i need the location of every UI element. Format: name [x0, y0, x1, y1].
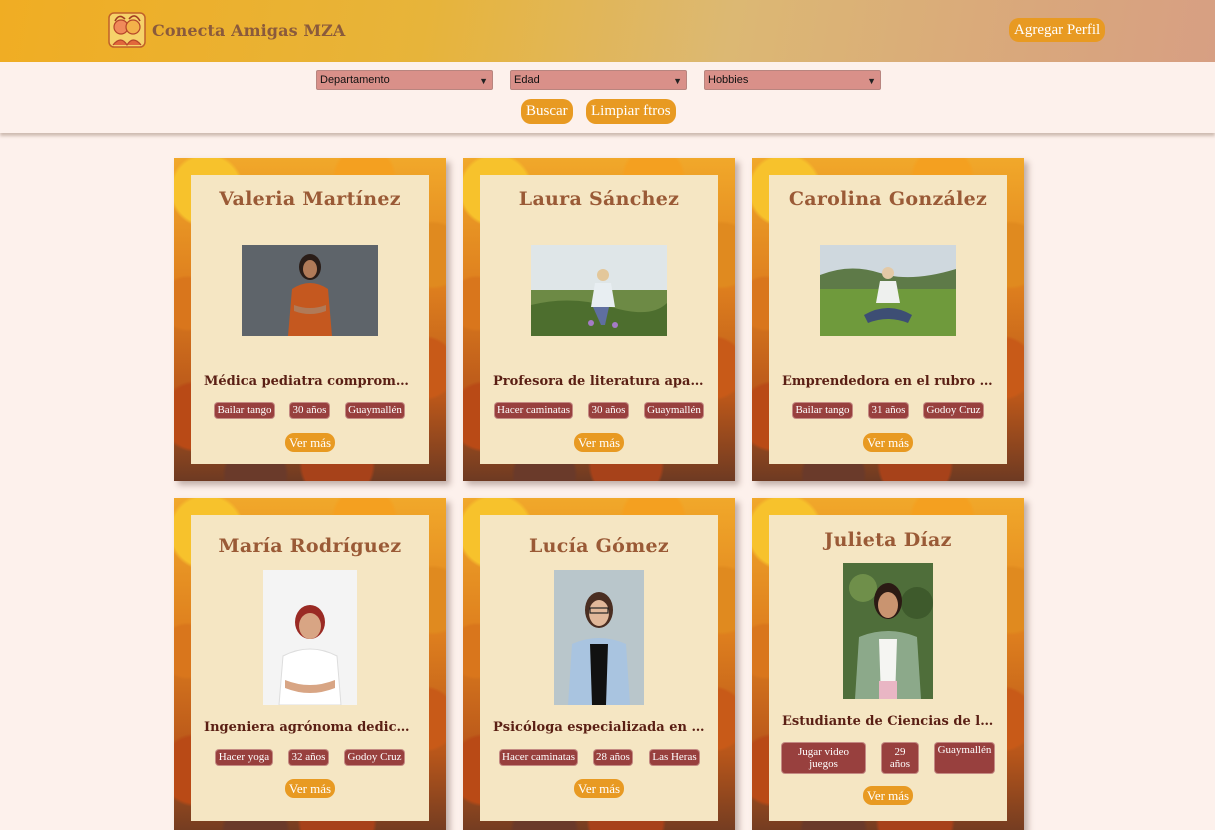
hobby-badge: Hacer caminatas: [500, 750, 577, 765]
see-more-button[interactable]: Ver más: [574, 433, 624, 452]
profile-photo: [843, 563, 933, 699]
profile-photo: [242, 245, 378, 336]
profile-description: Psicóloga especializada en terapia…: [493, 720, 705, 735]
location-badge: Guaymallén: [935, 743, 994, 773]
age-select[interactable]: Edad ▼: [510, 70, 687, 90]
see-more-button[interactable]: Ver más: [574, 779, 624, 798]
department-select-value: Departamento: [320, 74, 390, 86]
top-header: Conecta Amigas MZA Agregar Perfil: [0, 0, 1215, 62]
profile-card-body: Julieta Díaz Estudiante de Ciencias de l…: [769, 515, 1007, 821]
profile-photo: [554, 570, 644, 705]
age-badge: 28 años: [594, 750, 632, 765]
age-badge-line: 29: [894, 746, 906, 758]
hobbies-select-value: Hobbies: [708, 74, 749, 86]
age-badge: 29 años: [882, 743, 918, 773]
location-badge: Guaymallén: [346, 403, 404, 418]
brand[interactable]: Conecta Amigas MZA: [107, 9, 345, 51]
profile-card-body: María Rodríguez Ingeniera agrónoma dedic…: [191, 515, 429, 821]
profile-card: Lucía Gómez Psicóloga especializada en t…: [463, 498, 735, 830]
age-badge: 30 años: [589, 403, 628, 418]
age-badge: 30 años: [290, 403, 329, 418]
location-badge: Godoy Cruz: [924, 403, 983, 418]
profile-card-body: Laura Sánchez Profesora de literatura ap…: [480, 175, 718, 464]
filter-bar: Departamento ▼ Edad ▼ Hobbies ▼ Buscar L…: [0, 62, 1215, 133]
add-profile-button[interactable]: Agregar Perfil: [1009, 18, 1106, 42]
hobby-badge-line: juegos: [809, 758, 838, 770]
profile-card: Carolina González Emprendedora en el rub…: [752, 158, 1024, 481]
see-more-button[interactable]: Ver más: [863, 433, 913, 452]
see-more-button[interactable]: Ver más: [285, 779, 335, 798]
search-button[interactable]: Buscar: [521, 99, 573, 124]
hobby-badge: Bailar tango: [793, 403, 852, 418]
clear-filters-button[interactable]: Limpiar ftros: [586, 99, 676, 124]
profile-name: Valeria Martínez: [219, 188, 401, 210]
hobbies-select[interactable]: Hobbies ▼: [704, 70, 881, 90]
chevron-down-icon: ▼: [673, 76, 682, 86]
hobby-badge: Bailar tango: [215, 403, 274, 418]
see-more-button[interactable]: Ver más: [285, 433, 335, 452]
age-select-value: Edad: [514, 74, 540, 86]
hobby-badge: Hacer yoga: [216, 750, 272, 765]
profile-name: Lucía Gómez: [528, 535, 670, 557]
location-badge: Las Heras: [650, 750, 699, 765]
profile-card: Julieta Díaz Estudiante de Ciencias de l…: [752, 498, 1024, 830]
profile-photo: [263, 570, 357, 705]
department-select[interactable]: Departamento ▼: [316, 70, 493, 90]
profile-card-body: Valeria Martínez Médica pediatra comprom…: [191, 175, 429, 464]
profile-description: Médica pediatra comprometida c…: [204, 374, 416, 389]
profile-description: Ingeniera agrónoma dedicada a la…: [204, 720, 416, 735]
profile-photo: [531, 245, 667, 336]
see-more-button[interactable]: Ver más: [863, 786, 913, 805]
profile-description: Estudiante de Ciencias de la Com…: [782, 714, 994, 729]
chevron-down-icon: ▼: [479, 76, 488, 86]
profile-description: Profesora de literatura apasionad…: [493, 374, 705, 389]
profile-name: Julieta Díaz: [824, 529, 952, 551]
age-badge-line: años: [889, 758, 911, 770]
profile-name: Carolina González: [788, 188, 988, 210]
profile-description: Emprendedora en el rubro de la …: [782, 374, 994, 389]
age-badge: 31 años: [869, 403, 908, 418]
friends-logo-icon: [108, 12, 146, 48]
profile-card-body: Lucía Gómez Psicóloga especializada en t…: [480, 515, 718, 821]
brand-title: Conecta Amigas MZA: [152, 20, 346, 40]
profile-card: María Rodríguez Ingeniera agrónoma dedic…: [174, 498, 446, 830]
profile-card-body: Carolina González Emprendedora en el rub…: [769, 175, 1007, 464]
profile-card: Valeria Martínez Médica pediatra comprom…: [174, 158, 446, 481]
location-badge: Godoy Cruz: [345, 750, 404, 765]
profile-name: María Rodríguez: [218, 535, 402, 557]
profile-card: Laura Sánchez Profesora de literatura ap…: [463, 158, 735, 481]
chevron-down-icon: ▼: [867, 76, 876, 86]
hobby-badge: Jugar video juegos: [782, 743, 865, 773]
hobby-badge-line: Jugar video: [797, 746, 849, 758]
hobby-badge: Hacer caminatas: [495, 403, 572, 418]
profile-name: Laura Sánchez: [518, 188, 680, 210]
profile-photo: [820, 245, 956, 336]
location-badge: Guaymallén: [645, 403, 703, 418]
age-badge: 32 años: [289, 750, 328, 765]
